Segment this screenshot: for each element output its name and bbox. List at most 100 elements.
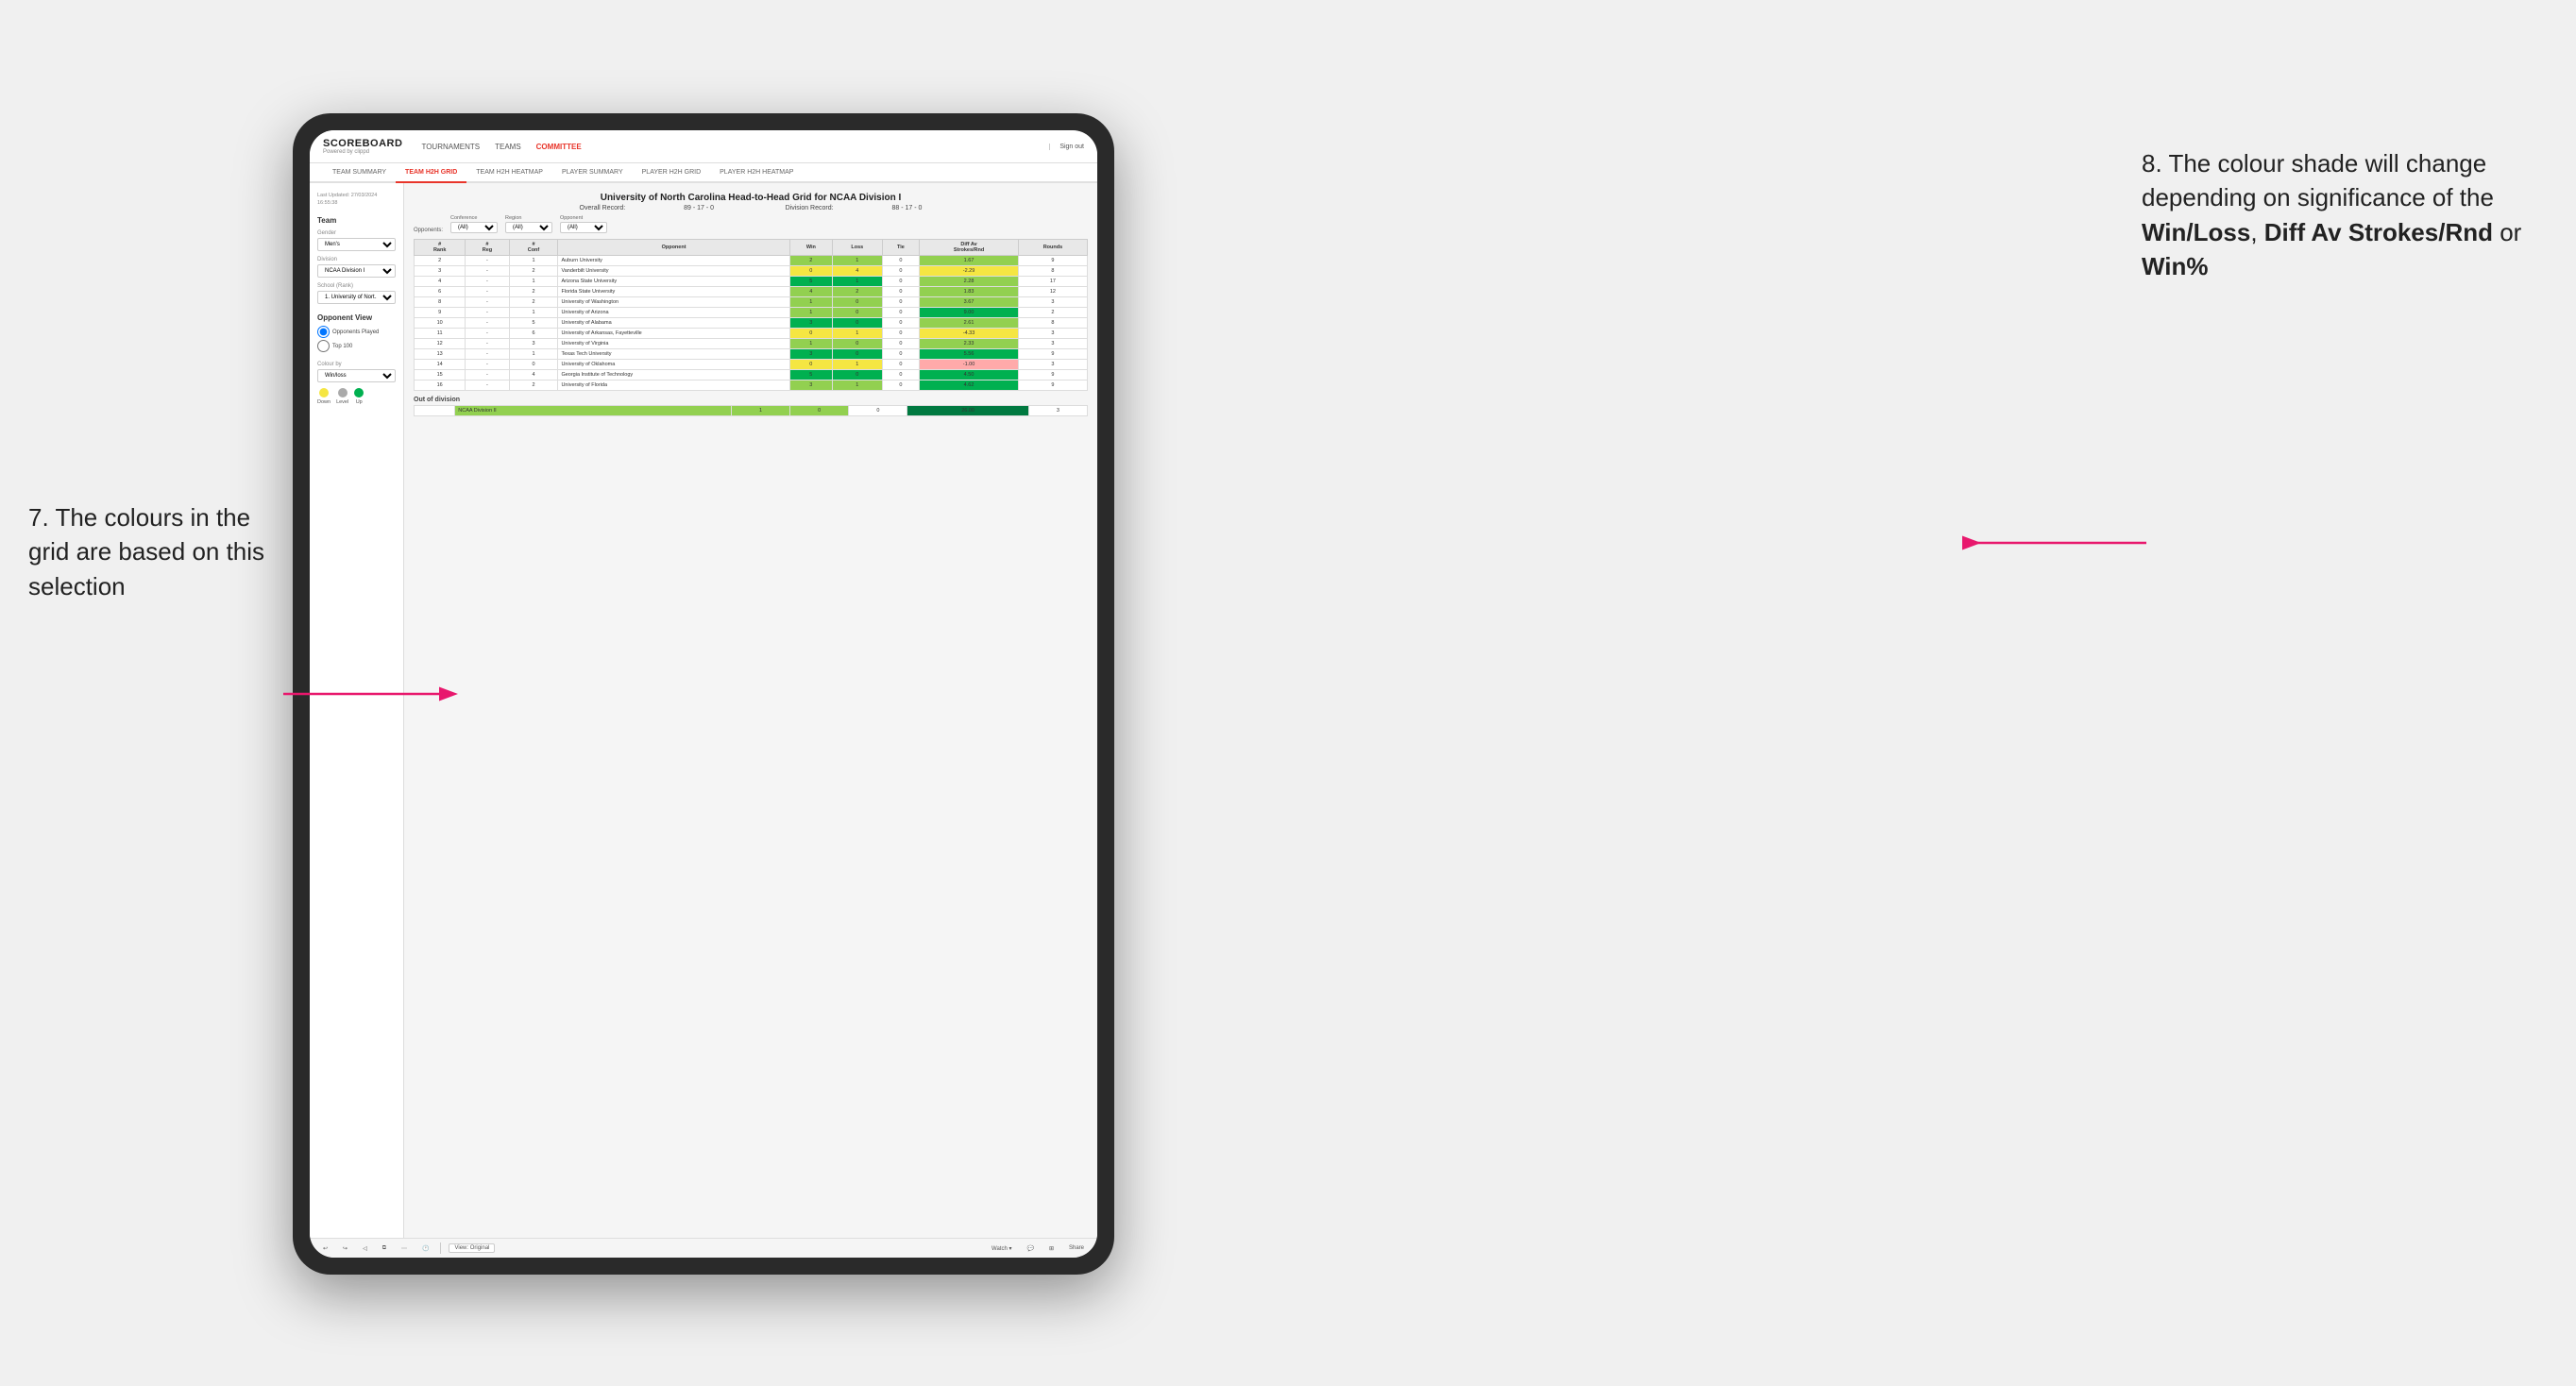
division-record-label: Division Record: — [786, 205, 834, 211]
cell-diff: 2.61 — [920, 318, 1019, 329]
table-row: 3 - 2 Vanderbilt University 0 4 0 -2.29 … — [415, 266, 1088, 277]
overall-record-label: Overall Record: — [580, 205, 626, 211]
toolbar-more[interactable]: ⋯ — [398, 1244, 411, 1253]
cell-tie: 0 — [882, 370, 919, 380]
cell-rounds: 17 — [1018, 277, 1087, 287]
cell-rank: 3 — [415, 266, 466, 277]
col-loss: Loss — [832, 240, 882, 256]
logo-text: SCOREBOARD — [323, 138, 402, 149]
toolbar-back[interactable]: ◁ — [359, 1244, 371, 1253]
cell-opponent: Texas Tech University — [558, 349, 789, 360]
radio-opponents-played[interactable]: Opponents Played — [317, 326, 396, 338]
annotation-right: 8. The colour shade will change dependin… — [2142, 146, 2548, 284]
cell-diff: 5.56 — [920, 349, 1019, 360]
nav-committee[interactable]: COMMITTEE — [536, 141, 582, 153]
legend-label-level: Level — [336, 399, 348, 405]
legend-level: Level — [336, 388, 348, 405]
table-row: 15 - 4 Georgia Institute of Technology 5… — [415, 370, 1088, 380]
cell-reg: - — [466, 349, 509, 360]
col-diff: Diff AvStrokes/Rnd — [920, 240, 1019, 256]
sub-nav-player-summary[interactable]: PLAYER SUMMARY — [552, 163, 633, 183]
cell-win: 3 — [789, 318, 832, 329]
annotation-left-arrow — [283, 680, 472, 708]
cell-win: 2 — [789, 256, 832, 266]
sub-nav-team-summary[interactable]: TEAM SUMMARY — [323, 163, 396, 183]
opponent-label: Opponent — [560, 215, 607, 221]
cell-rank: 16 — [415, 380, 466, 391]
cell-loss: 1 — [832, 329, 882, 339]
sub-nav-team-h2h-grid[interactable]: TEAM H2H GRID — [396, 163, 466, 183]
cell-tie: 0 — [882, 266, 919, 277]
cell-conf: 2 — [509, 287, 558, 297]
comment-btn[interactable]: 💬 — [1023, 1244, 1037, 1253]
division-select[interactable]: NCAA Division I — [317, 264, 396, 278]
gender-select[interactable]: Men's — [317, 238, 396, 251]
cell-loss: 0 — [832, 318, 882, 329]
cell-conf: 3 — [509, 339, 558, 349]
cell-tie: 0 — [882, 349, 919, 360]
cell-conf: 1 — [509, 308, 558, 318]
watch-btn[interactable]: Watch ▾ — [988, 1244, 1015, 1253]
sub-nav-team-h2h-heatmap[interactable]: TEAM H2H HEATMAP — [466, 163, 552, 183]
cell-reg: - — [466, 308, 509, 318]
cell-rank: 13 — [415, 349, 466, 360]
legend-label-up: Up — [356, 399, 363, 405]
nav-teams[interactable]: TEAMS — [495, 141, 521, 153]
cell-od-tie: 0 — [849, 406, 907, 416]
table-row: 2 - 1 Auburn University 2 1 0 1.67 9 — [415, 256, 1088, 266]
school-label: School (Rank) — [317, 283, 396, 289]
colour-by-select[interactable]: Win/loss — [317, 369, 396, 382]
nav-links: TOURNAMENTS TEAMS COMMITTEE — [421, 141, 1049, 153]
cell-win: 1 — [789, 297, 832, 308]
cell-loss: 1 — [832, 380, 882, 391]
cell-od-blank — [415, 406, 455, 416]
cell-tie: 0 — [882, 308, 919, 318]
conference-select[interactable]: (All) — [450, 222, 498, 233]
sub-nav-player-h2h-heatmap[interactable]: PLAYER H2H HEATMAP — [710, 163, 803, 183]
cell-rank: 15 — [415, 370, 466, 380]
cell-conf: 2 — [509, 266, 558, 277]
cell-rank: 6 — [415, 287, 466, 297]
sub-nav-player-h2h-grid[interactable]: PLAYER H2H GRID — [633, 163, 711, 183]
region-label: Region — [505, 215, 552, 221]
grid-btn[interactable]: ⊞ — [1045, 1244, 1058, 1253]
cell-tie: 0 — [882, 318, 919, 329]
cell-rank: 12 — [415, 339, 466, 349]
cell-opponent: University of Alabama — [558, 318, 789, 329]
opponent-select[interactable]: (All) — [560, 222, 607, 233]
cell-opponent: Vanderbilt University — [558, 266, 789, 277]
table-row: 12 - 3 University of Virginia 1 0 0 2.33… — [415, 339, 1088, 349]
opponents-filter-label: Opponents: — [414, 228, 443, 233]
toolbar-redo[interactable]: ↪ — [339, 1244, 351, 1253]
cell-rounds: 3 — [1018, 360, 1087, 370]
sign-out-link[interactable]: Sign out — [1049, 144, 1084, 150]
toolbar-clock[interactable]: 🕐 — [418, 1244, 432, 1253]
cell-diff: 9.00 — [920, 308, 1019, 318]
cell-diff: 1.67 — [920, 256, 1019, 266]
cell-conf: 2 — [509, 297, 558, 308]
view-original-btn[interactable]: View: Original — [449, 1243, 495, 1253]
cell-tie: 0 — [882, 297, 919, 308]
col-opponent: Opponent — [558, 240, 789, 256]
out-of-division-label: Out of division — [414, 397, 1088, 403]
sidebar-timestamp: Last Updated: 27/03/2024 16:55:38 — [317, 193, 396, 207]
gender-label: Gender — [317, 230, 396, 236]
cell-od-opponent: NCAA Division II — [455, 406, 732, 416]
region-select[interactable]: (All) — [505, 222, 552, 233]
radio-top100[interactable]: Top 100 — [317, 340, 396, 352]
cell-tie: 0 — [882, 360, 919, 370]
toolbar-copy[interactable]: ⧉ — [379, 1244, 390, 1253]
school-select[interactable]: 1. University of Nort... — [317, 291, 396, 304]
cell-opponent: Georgia Institute of Technology — [558, 370, 789, 380]
filters-row: Opponents: Conference (All) Region (All) — [414, 215, 1088, 233]
nav-tournaments[interactable]: TOURNAMENTS — [421, 141, 480, 153]
cell-conf: 5 — [509, 318, 558, 329]
share-btn[interactable]: Share — [1065, 1244, 1088, 1252]
cell-win: 3 — [789, 380, 832, 391]
col-win: Win — [789, 240, 832, 256]
toolbar-undo[interactable]: ↩ — [319, 1244, 331, 1253]
legend-dot-level — [338, 388, 347, 397]
cell-diff: -1.00 — [920, 360, 1019, 370]
cell-reg: - — [466, 266, 509, 277]
conference-filter: Conference (All) — [450, 215, 498, 233]
